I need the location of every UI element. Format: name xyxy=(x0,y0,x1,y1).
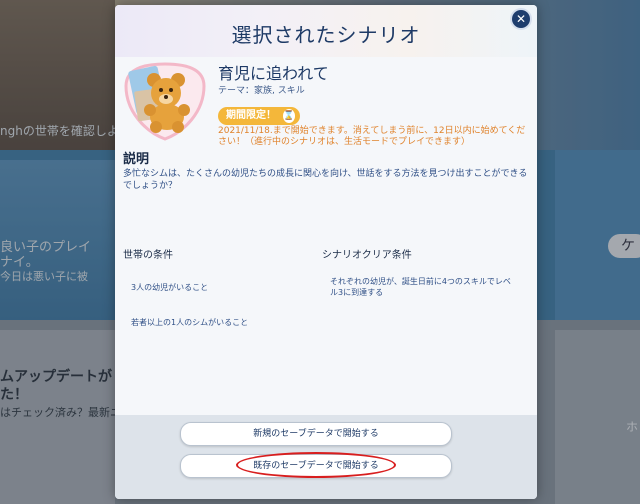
hourglass-icon: ⌛ xyxy=(283,109,295,123)
scenario-name: 育児に追われて xyxy=(218,64,329,83)
household-condition-item: 若者以上の1人のシムがいること xyxy=(131,318,249,327)
description-text: 多忙なシムは、たくさんの幼児たちの成長に関心を向け、世話をする方法を見つけ出すこ… xyxy=(123,169,528,191)
limited-time-label: 期間限定！ xyxy=(226,110,276,121)
household-conditions-heading: 世帯の条件 xyxy=(123,250,173,261)
scenario-dialog: 選択されたシナリオ ✕ 育児に追われて テーマ：家族, スキル 期間限定！ ⌛ … xyxy=(115,5,537,499)
dialog-title: 選択されたシナリオ xyxy=(231,23,421,47)
limited-time-badge: 期間限定！ ⌛ xyxy=(218,107,300,125)
scenario-theme: テーマ：家族, スキル xyxy=(218,86,305,96)
household-condition-item: 3人の幼児がいること xyxy=(131,283,209,292)
start-existing-save-button[interactable]: 既存のセーブデータで開始する xyxy=(180,454,452,478)
close-icon: ✕ xyxy=(515,12,527,26)
dialog-footer: 新規のセーブデータで開始する 既存のセーブデータで開始する xyxy=(115,415,537,499)
close-button[interactable]: ✕ xyxy=(512,10,530,28)
deadline-notice: 2021/11/18.まで開始できます。消えてしまう前に、12日以内に始めてくだ… xyxy=(218,126,526,147)
description-heading: 説明 xyxy=(123,152,150,167)
clear-conditions-heading: シナリオクリア条件 xyxy=(322,250,412,261)
start-new-save-button[interactable]: 新規のセーブデータで開始する xyxy=(180,422,452,446)
clear-condition-item: それぞれの幼児が、誕生日前に4つのスキルでレベル3に到達する xyxy=(330,277,511,297)
teddy-bear-icon xyxy=(124,62,206,141)
